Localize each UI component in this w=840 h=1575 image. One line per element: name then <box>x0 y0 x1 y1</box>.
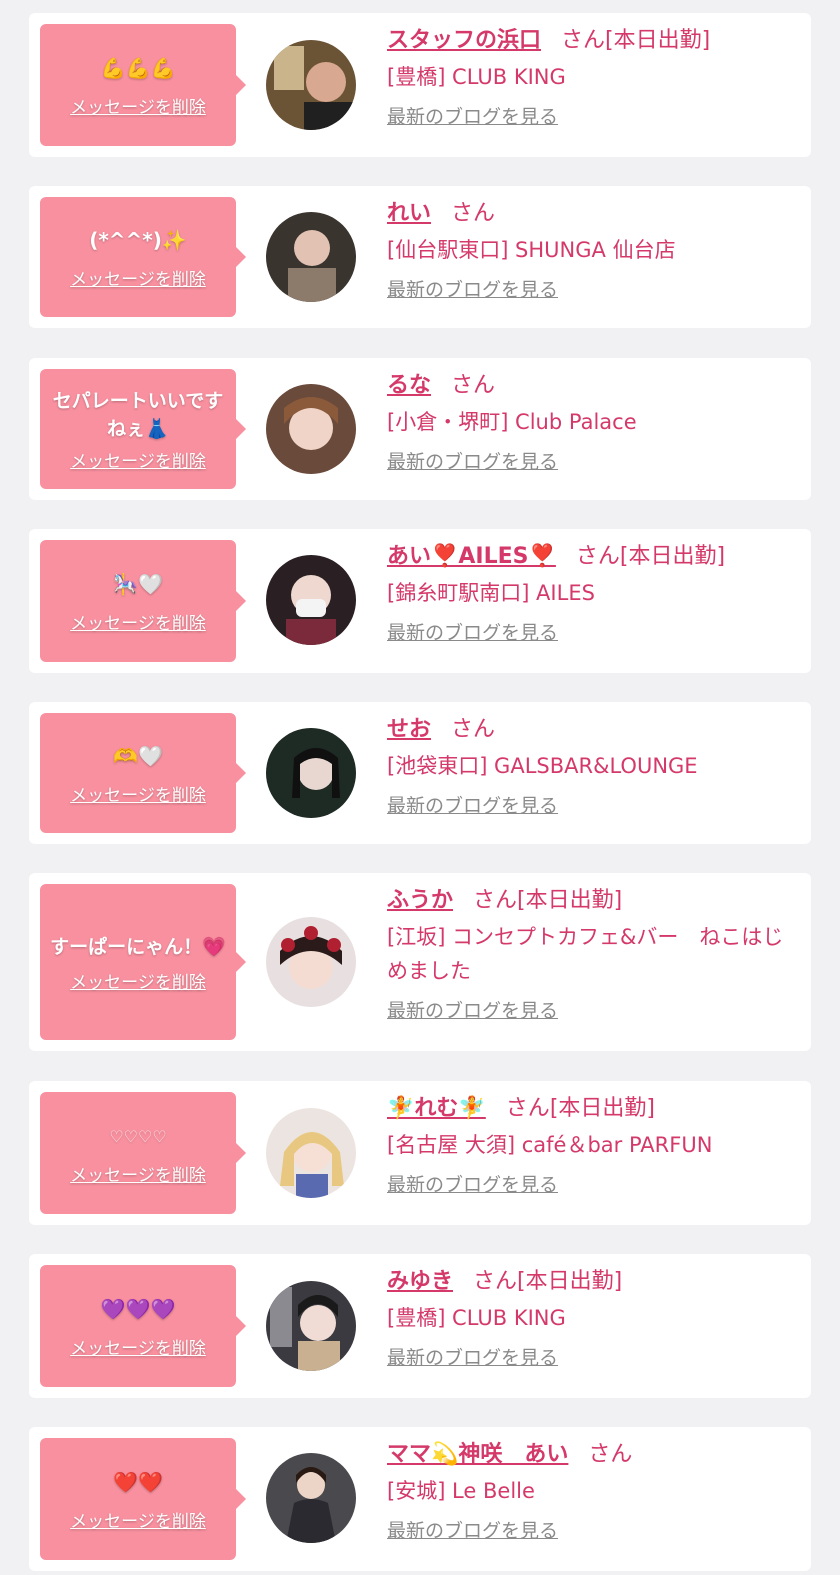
sender-info: せお さん [池袋東口] GALSBAR&LOUNGE 最新のブログを見る <box>387 716 797 818</box>
message-bubble: すーぱーにゃん！💗 メッセージを削除 <box>40 884 246 1040</box>
message-card: 🫶🤍 メッセージを削除 せお さん [池袋東口] GALSBAR&LOUNGE 最… <box>29 702 811 844</box>
delete-message-link[interactable]: メッセージを削除 <box>70 447 206 472</box>
message-text: セパレートいいですねぇ👗 <box>52 389 224 440</box>
delete-message-link[interactable]: メッセージを削除 <box>70 265 206 290</box>
message-bubble: ❤️❤️ メッセージを削除 <box>40 1438 246 1560</box>
shop-label: [安城] Le Belle <box>387 1479 535 1503</box>
honorific: さん <box>588 1442 633 1467</box>
avatar[interactable] <box>266 917 356 1007</box>
message-bubble: ♡♡♡♡ メッセージを削除 <box>40 1092 246 1214</box>
avatar[interactable] <box>266 1453 356 1543</box>
shop-label: [名古屋 大須] café＆bar PARFUN <box>387 1133 713 1157</box>
attendance-status: [本日出勤] <box>605 28 711 53</box>
message-text: (*^^*)✨ <box>89 227 187 252</box>
message-text: ♡♡♡♡ <box>109 1126 167 1146</box>
sender-info: るな さん [小倉・堺町] Club Palace 最新のブログを見る <box>387 372 797 474</box>
avatar[interactable] <box>266 1281 356 1371</box>
sender-info: スタッフの浜口 さん[本日出勤] [豊橋] CLUB KING 最新のブログを見る <box>387 27 797 129</box>
sender-info: あい❣️AILES❣️ さん[本日出勤] [錦糸町駅南口] AILES 最新のブロ… <box>387 543 797 645</box>
message-card: セパレートいいですねぇ👗 メッセージを削除 るな さん [小倉・堺町] Club … <box>29 358 811 500</box>
shop-label: [江坂] コンセプトカフェ&バー ねこはじめました <box>387 925 784 983</box>
sender-name-link[interactable]: あい❣️AILES❣️ <box>387 544 556 569</box>
delete-message-link[interactable]: メッセージを削除 <box>70 781 206 806</box>
avatar[interactable] <box>266 384 356 474</box>
sender-name-link[interactable]: れい <box>387 201 431 226</box>
latest-blog-link[interactable]: 最新のブログを見る <box>387 102 558 129</box>
delete-message-link[interactable]: メッセージを削除 <box>70 1507 206 1532</box>
latest-blog-link[interactable]: 最新のブログを見る <box>387 1170 558 1197</box>
message-text: すーぱーにゃん！💗 <box>50 935 226 958</box>
honorific: さん <box>473 1269 518 1294</box>
delete-message-link[interactable]: メッセージを削除 <box>70 609 206 634</box>
attendance-status: [本日出勤] <box>517 1269 623 1294</box>
honorific: さん <box>451 373 496 398</box>
message-bubble: 💪💪💪 メッセージを削除 <box>40 24 246 146</box>
message-card: (*^^*)✨ メッセージを削除 れい さん [仙台駅東口] SHUNGA 仙台店… <box>29 186 811 328</box>
sender-info: みゆき さん[本日出勤] [豊橋] CLUB KING 最新のブログを見る <box>387 1268 797 1370</box>
delete-message-link[interactable]: メッセージを削除 <box>70 968 206 993</box>
honorific: さん <box>451 201 496 226</box>
message-bubble: セパレートいいですねぇ👗 メッセージを削除 <box>40 369 246 489</box>
latest-blog-link[interactable]: 最新のブログを見る <box>387 996 558 1023</box>
message-bubble: 🎠🤍 メッセージを削除 <box>40 540 246 662</box>
sender-name-link[interactable]: スタッフの浜口 <box>387 28 541 53</box>
message-text: 💜💜💜 <box>100 1296 176 1321</box>
sender-info: れい さん [仙台駅東口] SHUNGA 仙台店 最新のブログを見る <box>387 200 797 302</box>
sender-name-link[interactable]: 🧚れむ🧚 <box>387 1096 486 1121</box>
avatar[interactable] <box>266 1108 356 1198</box>
delete-message-link[interactable]: メッセージを削除 <box>70 1161 206 1186</box>
shop-label: [仙台駅東口] SHUNGA 仙台店 <box>387 238 676 262</box>
honorific: さん <box>561 28 606 53</box>
sender-name-link[interactable]: せお <box>387 717 431 742</box>
sender-info: ふうか さん[本日出勤] [江坂] コンセプトカフェ&バー ねこはじめました 最新… <box>387 887 797 1023</box>
shop-label: [錦糸町駅南口] AILES <box>387 581 595 605</box>
message-text: 🫶🤍 <box>113 743 163 768</box>
message-card: 💜💜💜 メッセージを削除 みゆき さん[本日出勤] [豊橋] CLUB KING … <box>29 1254 811 1398</box>
message-text: 🎠🤍 <box>113 571 163 596</box>
honorific: さん <box>451 717 496 742</box>
latest-blog-link[interactable]: 最新のブログを見る <box>387 1343 558 1370</box>
message-text: 💪💪💪 <box>100 55 176 80</box>
attendance-status: [本日出勤] <box>517 888 623 913</box>
attendance-status: [本日出勤] <box>549 1096 655 1121</box>
delete-message-link[interactable]: メッセージを削除 <box>70 1334 206 1359</box>
honorific: さん <box>575 544 620 569</box>
shop-label: [小倉・堺町] Club Palace <box>387 410 637 434</box>
message-bubble: 💜💜💜 メッセージを削除 <box>40 1265 246 1387</box>
shop-label: [豊橋] CLUB KING <box>387 1306 566 1330</box>
message-card: 🎠🤍 メッセージを削除 あい❣️AILES❣️ さん[本日出勤] [錦糸町駅南口]… <box>29 529 811 673</box>
honorific: さん <box>505 1096 550 1121</box>
avatar[interactable] <box>266 40 356 130</box>
message-card: ❤️❤️ メッセージを削除 ママ💫神咲 あい さん [安城] Le Belle 最… <box>29 1427 811 1571</box>
avatar[interactable] <box>266 555 356 645</box>
sender-info: 🧚れむ🧚 さん[本日出勤] [名古屋 大須] café＆bar PARFUN 最新… <box>387 1095 797 1197</box>
message-card: すーぱーにゃん！💗 メッセージを削除 ふうか さん[本日出勤] [江坂] コンセプ… <box>29 873 811 1051</box>
delete-message-link[interactable]: メッセージを削除 <box>70 93 206 118</box>
avatar[interactable] <box>266 212 356 302</box>
sender-name-link[interactable]: みゆき <box>387 1269 453 1294</box>
attendance-status: [本日出勤] <box>619 544 726 569</box>
message-text: ❤️❤️ <box>113 1469 163 1494</box>
honorific: さん <box>473 888 518 913</box>
sender-name-link[interactable]: るな <box>387 373 431 398</box>
message-bubble: 🫶🤍 メッセージを削除 <box>40 713 246 833</box>
latest-blog-link[interactable]: 最新のブログを見る <box>387 618 558 645</box>
latest-blog-link[interactable]: 最新のブログを見る <box>387 1516 558 1543</box>
sender-name-link[interactable]: ママ💫神咲 あい <box>387 1442 568 1467</box>
latest-blog-link[interactable]: 最新のブログを見る <box>387 447 558 474</box>
shop-label: [豊橋] CLUB KING <box>387 65 566 89</box>
latest-blog-link[interactable]: 最新のブログを見る <box>387 791 558 818</box>
sender-info: ママ💫神咲 あい さん [安城] Le Belle 最新のブログを見る <box>387 1441 797 1543</box>
latest-blog-link[interactable]: 最新のブログを見る <box>387 275 558 302</box>
message-card: 💪💪💪 メッセージを削除 スタッフの浜口 さん[本日出勤] [豊橋] CLUB K… <box>29 13 811 157</box>
avatar[interactable] <box>266 728 356 818</box>
message-card: ♡♡♡♡ メッセージを削除 🧚れむ🧚 さん[本日出勤] [名古屋 大須] café… <box>29 1081 811 1225</box>
message-bubble: (*^^*)✨ メッセージを削除 <box>40 197 246 317</box>
sender-name-link[interactable]: ふうか <box>387 888 453 913</box>
shop-label: [池袋東口] GALSBAR&LOUNGE <box>387 754 698 778</box>
